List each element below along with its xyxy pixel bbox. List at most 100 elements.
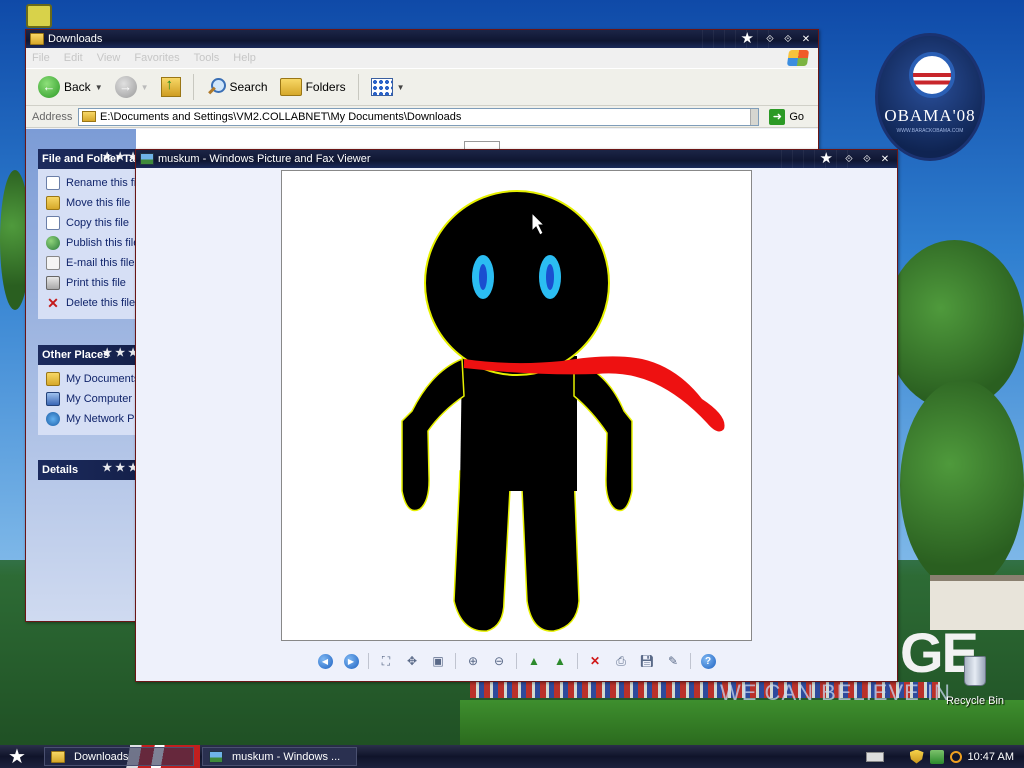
delete-button[interactable]: ✕ [586, 652, 604, 670]
rotate-counterclockwise-icon: ▲ [554, 654, 566, 668]
menu-view[interactable]: View [97, 52, 121, 64]
file-item[interactable] [464, 141, 500, 149]
folder-icon [51, 750, 65, 763]
taskbar-downloads-button[interactable]: Downloads [44, 747, 194, 766]
rotate-counterclockwise-button[interactable]: ▲ [551, 652, 569, 670]
previous-icon: ◀ [317, 653, 333, 669]
actual-size-icon: ✥ [406, 654, 418, 668]
desktop-tree [900, 380, 1024, 590]
my-computer-link[interactable]: My Computer [46, 389, 136, 409]
rotate-clockwise-button[interactable]: ▲ [525, 652, 543, 670]
zoom-in-icon: ⊕ [467, 654, 479, 668]
printer-icon: ⎙ [616, 653, 626, 668]
zoom-out-button[interactable]: ⊖ [490, 652, 508, 670]
delete-icon: ✕ [589, 654, 601, 668]
my-documents-link[interactable]: My Documents [46, 369, 136, 389]
chevron-down-icon[interactable]: ▼ [397, 83, 405, 92]
menu-edit[interactable]: Edit [64, 52, 83, 64]
other-places-header[interactable]: Other Places [38, 345, 136, 365]
clock[interactable]: 10:47 AM [968, 751, 1014, 763]
best-fit-button[interactable]: ⛶ [377, 652, 395, 670]
forward-button[interactable]: → ▼ [111, 74, 153, 100]
desktop-slogan-sub: WE CAN BELIEVE IN [720, 680, 951, 705]
publish-file-link[interactable]: Publish this file to the Web [46, 233, 136, 253]
desktop-shortcut-icon[interactable] [26, 4, 52, 28]
windows-flag-icon [786, 50, 810, 66]
maximize-button[interactable]: ⟐ [780, 32, 796, 45]
maximize-button[interactable]: ⟐ [859, 152, 875, 165]
back-button[interactable]: ← Back ▼ [34, 74, 107, 100]
folders-button[interactable]: Folders [276, 76, 350, 98]
campaign-logo-url: WWW.BARACKOBAMA.COM [896, 128, 964, 134]
chevron-down-icon[interactable]: ▼ [95, 83, 103, 92]
security-shield-icon[interactable] [909, 749, 924, 764]
menu-tools[interactable]: Tools [194, 52, 220, 64]
copy-file-link[interactable]: Copy this file [46, 213, 136, 233]
up-button[interactable] [157, 75, 185, 99]
my-documents-icon [46, 372, 60, 386]
views-icon [370, 78, 393, 96]
window-title: muskum - Windows Picture and Fax Viewer [158, 153, 371, 165]
network-icon[interactable] [929, 749, 944, 764]
email-icon [46, 256, 60, 270]
rename-icon [46, 176, 60, 190]
rename-file-link[interactable]: Rename this file [46, 173, 136, 193]
next-image-button[interactable]: ▶ [342, 652, 360, 670]
move-file-link[interactable]: Move this file [46, 193, 136, 213]
minimize-button[interactable]: ⟐ [841, 152, 857, 165]
details-header[interactable]: Details [38, 460, 136, 480]
search-icon [206, 77, 226, 97]
keyboard-icon[interactable] [865, 751, 884, 762]
other-places-panel: Other Places My Documents My Computer My… [38, 345, 136, 435]
menu-file[interactable]: File [32, 52, 50, 64]
menu-help[interactable]: Help [233, 52, 256, 64]
menu-favorites[interactable]: Favorites [134, 52, 179, 64]
best-fit-icon: ⛶ [381, 653, 391, 668]
my-computer-icon [46, 392, 60, 406]
my-network-link[interactable]: My Network Places [46, 409, 136, 429]
address-path[interactable]: E:\Documents and Settings\VM2.COLLABNET\… [100, 111, 746, 123]
viewer-titlebar[interactable]: muskum - Windows Picture and Fax Viewer … [136, 150, 897, 168]
slideshow-button[interactable]: ▣ [429, 652, 447, 670]
file-tasks-header[interactable]: File and Folder Tasks [38, 149, 136, 169]
save-button[interactable]: 💾︎ [638, 652, 656, 670]
actual-size-button[interactable]: ✥ [403, 652, 421, 670]
search-icon[interactable] [949, 750, 962, 763]
close-button[interactable]: ✕ [798, 32, 814, 45]
print-file-link[interactable]: Print this file [46, 273, 136, 293]
network-icon [46, 412, 60, 426]
folder-icon [30, 33, 44, 45]
edit-button[interactable]: ✎ [664, 652, 682, 670]
image-canvas[interactable] [281, 170, 752, 641]
go-button[interactable]: ➜ Go [769, 108, 818, 125]
picture-viewer-window[interactable]: muskum - Windows Picture and Fax Viewer … [135, 149, 898, 682]
taskbar-viewer-button[interactable]: muskum - Windows ... [202, 747, 357, 766]
zoom-in-button[interactable]: ⊕ [464, 652, 482, 670]
start-button[interactable]: ★ [0, 744, 34, 768]
minimize-button[interactable]: ⟐ [762, 32, 778, 45]
delete-file-link[interactable]: ✕ Delete this file [46, 293, 136, 313]
address-input[interactable]: E:\Documents and Settings\VM2.COLLABNET\… [78, 107, 760, 126]
print-button[interactable]: ⎙ [612, 652, 630, 670]
star-icon: ★ [740, 30, 754, 47]
search-button[interactable]: Search [202, 75, 272, 99]
viewer-toolbar: ◀ ▶ ⛶ ✥ ▣ ⊕ ⊖ ▲ ▲ ✕ ⎙ 💾︎ ✎ ? [136, 648, 897, 674]
email-file-link[interactable]: E-mail this file [46, 253, 136, 273]
previous-image-button[interactable]: ◀ [316, 652, 334, 670]
taskbar-item-label: muskum - Windows ... [232, 750, 341, 763]
recycle-bin-icon[interactable] [958, 656, 992, 686]
back-label: Back [64, 80, 91, 94]
task-pane: File and Folder Tasks Rename this file M… [26, 129, 136, 621]
downloads-titlebar[interactable]: Downloads ★ ⟐ ⟐ ✕ [26, 30, 818, 48]
go-arrow-icon: ➜ [769, 108, 786, 125]
close-button[interactable]: ✕ [877, 152, 893, 165]
recycle-bin-label[interactable]: Recycle Bin [940, 695, 1010, 707]
taskbar-item-label: Downloads [74, 750, 129, 763]
folder-up-icon [160, 76, 181, 97]
floppy-disk-icon: 💾︎ [639, 654, 655, 668]
help-button[interactable]: ? [699, 652, 717, 670]
views-button[interactable]: ▼ [367, 76, 409, 98]
address-dropdown[interactable] [750, 108, 759, 125]
chevron-down-icon[interactable]: ▼ [141, 83, 149, 92]
details-panel: Details [38, 460, 136, 480]
